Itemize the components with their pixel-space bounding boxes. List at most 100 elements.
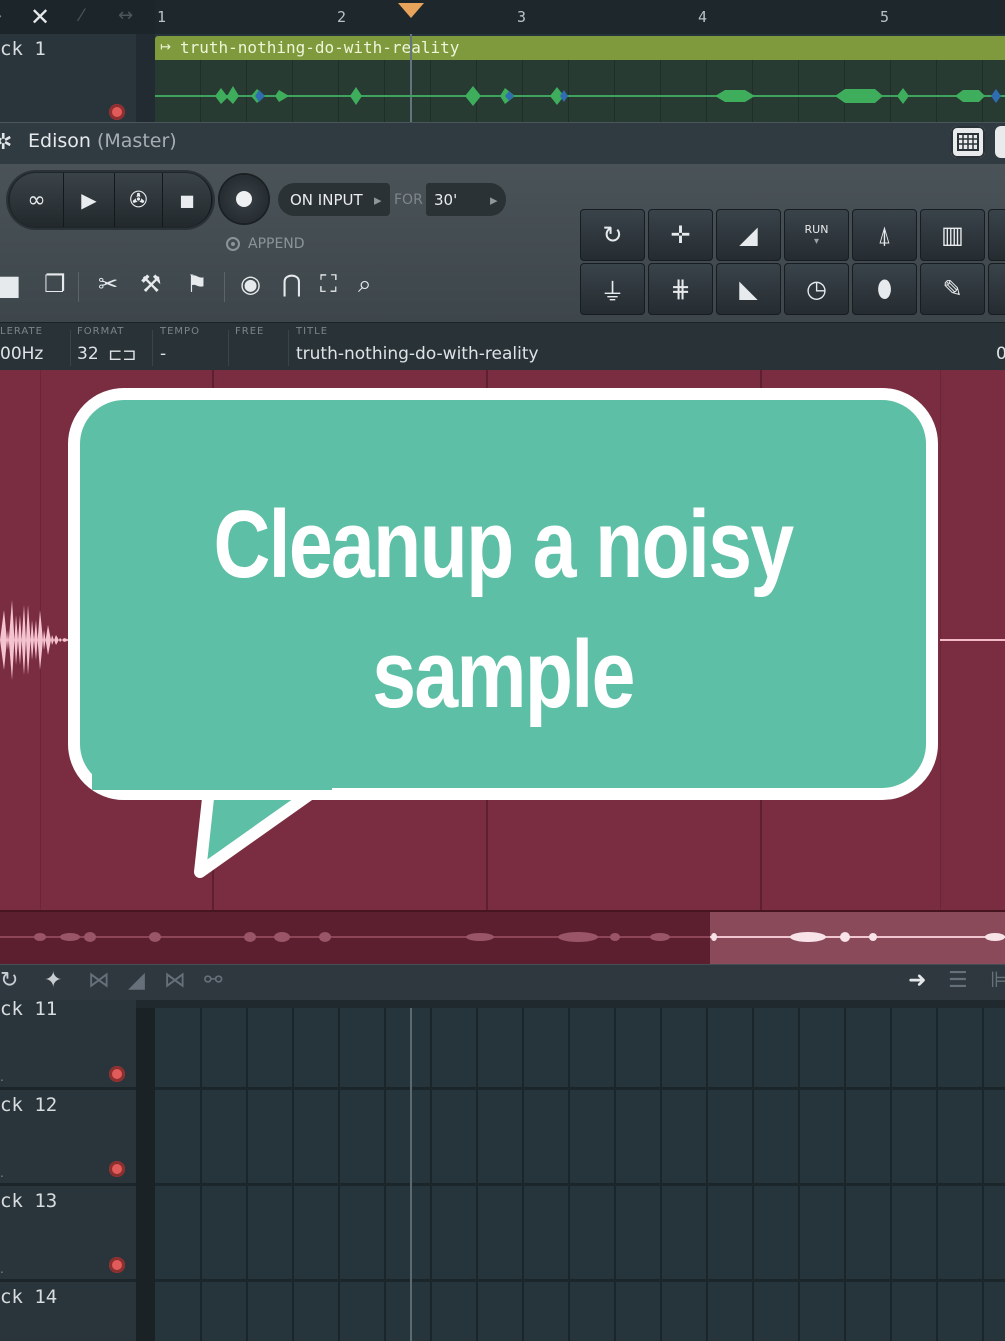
noise-icon: ⋕ (670, 275, 691, 303)
info-divider (228, 330, 229, 366)
eye-icon[interactable]: ◉ (240, 270, 261, 298)
title-label: TITLE (296, 326, 329, 337)
flag-icon[interactable]: ⚑ (186, 270, 208, 298)
samplerate-value[interactable]: 00Hz (0, 344, 43, 364)
free-label: FREE (235, 326, 265, 337)
format-icon[interactable]: ⊏⊐ (108, 345, 137, 365)
tempo-value[interactable]: - (160, 344, 166, 364)
spectrum-icon: ▥ (941, 221, 964, 249)
fx-rocket-button[interactable]: ⍋ (852, 209, 917, 261)
loop-button[interactable]: ∞ (10, 173, 64, 227)
play-button[interactable]: ▶ (64, 173, 115, 227)
fade-out-icon: ◣ (739, 275, 758, 303)
lane-divider (155, 1087, 1005, 1090)
fx-normalize-button[interactable]: ✛ (648, 209, 713, 261)
info-divider (152, 330, 153, 366)
append-label: APPEND (248, 236, 305, 252)
arrow-right-icon[interactable]: ➜ (908, 968, 926, 993)
list-icon[interactable]: ☰ (948, 968, 968, 993)
toolbar-divider (224, 272, 225, 302)
close-icon[interactable]: ✕ (30, 3, 50, 31)
normalize-icon: ✛ (670, 221, 691, 249)
format-value[interactable]: 32 (77, 344, 99, 364)
select-all-icon[interactable]: ⛶ (320, 270, 337, 298)
edison-title: Edison (Master) (28, 130, 177, 152)
caption-line-1: Cleanup a noisy (213, 491, 794, 598)
dropdown-icon: ▾ (813, 236, 820, 247)
ruler-bar-3: 3 (517, 8, 527, 26)
fx-fade-out-button[interactable]: ◣ (716, 263, 781, 315)
playhead-marker[interactable] (398, 3, 424, 18)
gear-icon[interactable]: ✲ (0, 130, 12, 155)
grid-line (844, 1008, 846, 1341)
grid-line (614, 1008, 616, 1341)
snap-icon[interactable]: ⋈ (88, 968, 110, 993)
menu-arrow-icon[interactable]: › (0, 6, 2, 25)
ruler-bar-2: 2 (337, 8, 347, 26)
overview-waveform (34, 932, 1005, 942)
stop-icon: ■ (179, 190, 195, 210)
info-divider (70, 330, 71, 366)
pattern-button[interactable]: ✇ (115, 173, 163, 227)
loop-icon[interactable]: ↻ (0, 968, 18, 993)
track-dot: . (0, 1262, 4, 1276)
save-icon[interactable]: ▆ (0, 270, 18, 298)
grid-line (384, 1008, 386, 1341)
fx-run-button[interactable]: RUN ▾ (784, 209, 849, 261)
timeline-ruler[interactable]: 1 2 3 4 5 (155, 0, 1005, 35)
slide-icon[interactable]: ⁄ (80, 6, 83, 26)
fx-spectrum-button[interactable]: ▥ (920, 209, 985, 261)
trigger-select[interactable]: ON INPUT ▸ (278, 183, 390, 216)
record-arm-icon[interactable] (109, 1066, 125, 1082)
fx-noise-button[interactable]: ⋕ (648, 263, 713, 315)
grid-line (338, 1008, 340, 1341)
record-arm-icon[interactable] (109, 104, 125, 120)
link-icon[interactable]: ⚯ (204, 968, 222, 993)
fx-extra-button[interactable] (988, 263, 1005, 315)
title-value[interactable]: truth-nothing-do-with-reality (296, 344, 539, 364)
pitch-icon: ⏚ (600, 277, 625, 306)
playhead-line (410, 1008, 412, 1341)
waveform-line (940, 639, 1005, 641)
keyboard-icon[interactable] (951, 126, 985, 158)
zero-cross-icon[interactable]: ✦ (44, 968, 62, 993)
fx-extra-button[interactable] (988, 209, 1005, 261)
play-icon: ▶ (81, 188, 97, 212)
format-label: FORMAT (77, 326, 125, 337)
playlist-toolbar: › ✕ ⁄ ↔ (0, 0, 155, 34)
fx-drop-button[interactable]: ⬮ (852, 263, 917, 315)
append-radio[interactable] (226, 237, 240, 251)
duration-select[interactable]: 30' ▸ (426, 183, 506, 216)
edison-bottom-toolbar (0, 964, 1005, 1001)
record-arm-icon[interactable] (109, 1161, 125, 1177)
fx-pitch-button[interactable]: ⏚ (580, 263, 645, 315)
trim-icon[interactable]: ⋈ (164, 968, 186, 993)
fx-feather-button[interactable]: ✎ (920, 263, 985, 315)
copy-icon[interactable]: ❐ (44, 270, 66, 298)
stretch-icon[interactable]: ↔ (118, 5, 133, 26)
fx-time-button[interactable]: ◷ (784, 263, 849, 315)
record-arm-icon[interactable] (109, 1257, 125, 1273)
track-lanes[interactable] (155, 1008, 1005, 1341)
grid-line (752, 1008, 754, 1341)
window-button-partial[interactable] (995, 126, 1005, 158)
markers-icon[interactable]: ⊫ (990, 968, 1005, 993)
samplerate-label: LERATE (0, 326, 43, 337)
fx-fade-in-button[interactable]: ◢ (716, 209, 781, 261)
grid-line (200, 1008, 202, 1341)
zoom-icon[interactable]: ⌕ (358, 270, 371, 298)
magnet-icon[interactable]: ⋂ (282, 270, 302, 298)
header-separator (136, 1008, 155, 1341)
slope-icon[interactable]: ◢ (128, 968, 145, 993)
grid-line (706, 1008, 708, 1341)
fx-reverse-button[interactable]: ↻ (580, 209, 645, 261)
wrench-icon[interactable]: ⚒ (140, 270, 162, 298)
trigger-value: ON INPUT (290, 191, 363, 209)
ruler-bar-5: 5 (880, 8, 890, 26)
grid-line (890, 1008, 892, 1341)
ruler-bar-1: 1 (157, 8, 167, 26)
track-name: ck 11 (0, 998, 58, 1020)
grid-line (476, 1008, 478, 1341)
scissors-icon[interactable]: ✂ (98, 270, 118, 298)
stop-button[interactable]: ■ (163, 173, 212, 227)
